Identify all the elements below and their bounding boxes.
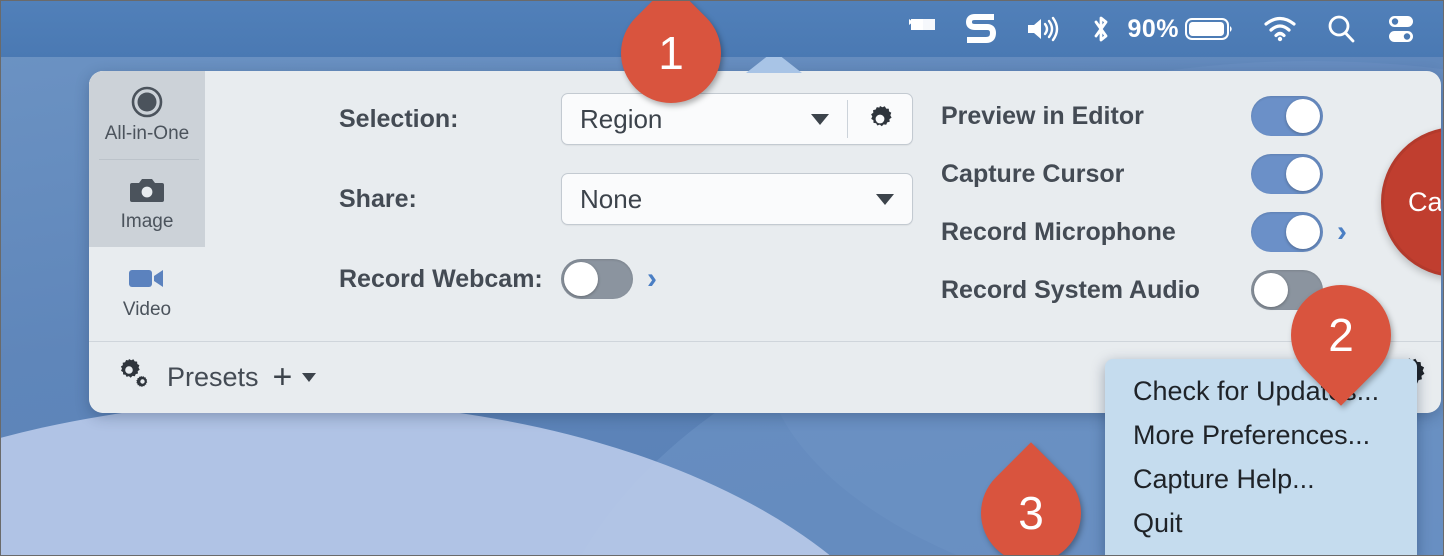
presets-label: Presets (167, 362, 259, 392)
share-dropdown[interactable]: None (561, 173, 913, 225)
toggle-knob (1254, 273, 1288, 307)
selection-value: Region (580, 103, 663, 134)
record-webcam-label: Record Webcam: (339, 264, 543, 293)
callout-marker-1: 1 (600, 1, 742, 124)
wallpaper-swoosh-near (1, 401, 941, 555)
sidebar-divider (99, 159, 199, 160)
all-in-one-icon (130, 85, 164, 119)
sidebar: All-in-One Image Video (89, 71, 205, 341)
record-microphone-row: Record Microphone › (941, 209, 1361, 255)
left-column: Selection: Region Share: None Record Web… (339, 91, 939, 307)
menu-item-quit[interactable]: Quit (1105, 501, 1417, 545)
add-preset-button[interactable]: + (273, 360, 293, 394)
capture-cursor-row: Capture Cursor (941, 151, 1361, 197)
share-label: Share: (339, 184, 417, 213)
app-menu-dropdown: Check for Updates... More Preferences...… (1105, 359, 1417, 555)
search-icon[interactable] (1311, 1, 1371, 57)
preview-in-editor-row: Preview in Editor (941, 93, 1361, 139)
record-microphone-label: Record Microphone (941, 217, 1176, 246)
record-webcam-row: Record Webcam: › (339, 251, 939, 307)
capture-button[interactable]: Capture (1381, 127, 1441, 277)
preview-in-editor-toggle[interactable] (1251, 96, 1323, 136)
video-camera-icon (127, 261, 167, 295)
flag-icon[interactable] (893, 1, 951, 57)
record-microphone-toggle[interactable] (1251, 212, 1323, 252)
chevron-right-icon[interactable]: › (647, 264, 657, 294)
record-webcam-toggle[interactable] (561, 259, 633, 299)
capture-cursor-label: Capture Cursor (941, 159, 1125, 188)
panel-body: All-in-One Image Video Selection: Region… (89, 71, 1441, 341)
selection-label: Selection: (339, 104, 459, 133)
callout-marker-2: 2 (1270, 264, 1412, 406)
battery-icon[interactable] (1185, 1, 1249, 57)
preview-in-editor-label: Preview in Editor (941, 101, 1144, 130)
toggle-knob (1286, 99, 1320, 133)
share-value: None (580, 183, 643, 214)
menubar-status-items: 90% (893, 1, 1443, 57)
presets-group[interactable]: Presets + (117, 359, 317, 396)
presets-gear-icon (117, 359, 153, 396)
chevron-down-icon[interactable] (302, 373, 317, 382)
camera-icon (130, 173, 164, 207)
chevron-down-icon (876, 193, 894, 205)
sidebar-item-all-in-one[interactable]: All-in-One (89, 71, 205, 159)
toggle-knob (1286, 215, 1320, 249)
chevron-right-icon[interactable]: › (1337, 217, 1347, 247)
toggle-knob (1286, 157, 1320, 191)
bluetooth-icon[interactable] (1075, 1, 1127, 57)
callout-number: 3 (1018, 487, 1044, 539)
sidebar-item-label: All-in-One (104, 123, 190, 144)
callout-number: 2 (1328, 309, 1354, 361)
capture-button-label: Capture (1407, 186, 1441, 217)
chevron-down-icon (811, 113, 829, 125)
toggle-knob (564, 262, 598, 296)
screen: 90% All-in-One Image Video Selection: Re… (0, 0, 1444, 556)
control-center-icon[interactable] (1371, 1, 1431, 57)
battery-percent-label: 90% (1127, 14, 1179, 43)
form-area: Selection: Region Share: None Record Web… (205, 71, 1441, 341)
capture-cursor-toggle[interactable] (1251, 154, 1323, 194)
wifi-icon[interactable] (1249, 1, 1311, 57)
menu-item-capture-help[interactable]: Capture Help... (1105, 457, 1417, 501)
sidebar-item-image[interactable]: Image (89, 159, 205, 247)
menu-item-more-preferences[interactable]: More Preferences... (1105, 413, 1417, 457)
record-system-audio-label: Record System Audio (941, 275, 1200, 304)
callout-number: 1 (658, 27, 684, 79)
snagit-icon[interactable] (951, 1, 1011, 57)
volume-icon[interactable] (1011, 1, 1075, 57)
selection-dropdown[interactable]: Region (561, 93, 913, 145)
menubar: 90% (1, 1, 1443, 57)
selection-gear-button[interactable] (848, 106, 912, 132)
sidebar-item-label: Video (122, 299, 172, 320)
share-row: Share: None (339, 171, 939, 227)
callout-marker-3: 3 (960, 442, 1102, 555)
sidebar-item-label: Image (120, 211, 174, 232)
sidebar-item-video[interactable]: Video (89, 247, 205, 335)
